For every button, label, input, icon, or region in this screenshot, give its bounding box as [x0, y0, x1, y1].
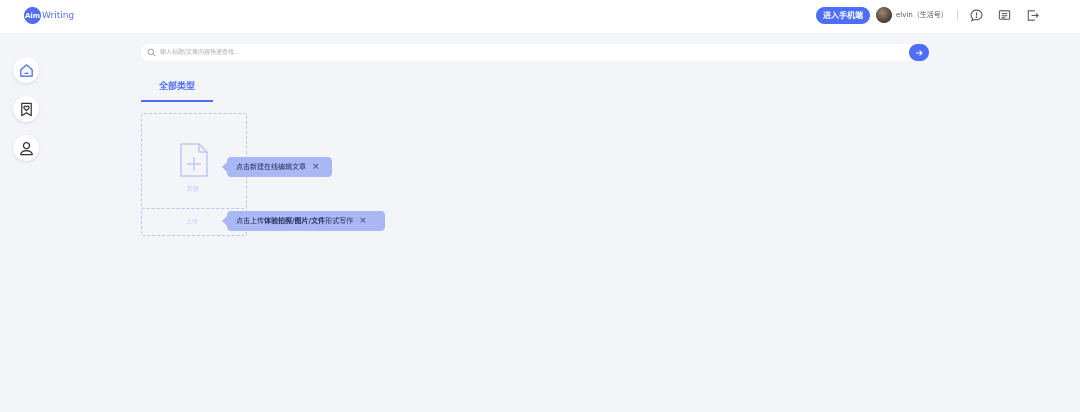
nav-profile[interactable] — [13, 135, 39, 161]
message-icon[interactable] — [997, 8, 1012, 23]
app-logo[interactable]: Aim Writing — [24, 7, 74, 24]
upload-tooltip-suffix: 形式写作 — [325, 217, 354, 225]
upload-tooltip-bold: 体验拍照/图片/文件 — [264, 217, 326, 225]
logout-icon[interactable] — [1025, 8, 1040, 23]
username[interactable]: elvin（生活号） — [896, 10, 948, 20]
mobile-version-button[interactable]: 进入手机端 — [816, 7, 870, 24]
logo-badge: Aim — [24, 7, 41, 24]
nav-favorites[interactable] — [13, 96, 39, 122]
header-divider — [957, 10, 958, 21]
upload-card-label: 上传 — [186, 219, 199, 226]
upload-tooltip-prefix: 点击上传 — [236, 217, 264, 225]
arrow-right-icon — [916, 49, 923, 56]
new-document-icon — [180, 143, 208, 177]
home-icon — [19, 63, 33, 77]
bookmark-heart-icon — [20, 102, 32, 116]
tab-all-types[interactable]: 全部类型 — [141, 79, 213, 101]
close-icon[interactable]: × — [359, 216, 367, 226]
search-submit-button[interactable] — [909, 44, 929, 61]
new-tooltip-text: 点击新建在线编辑文章 — [236, 163, 306, 171]
nav-home[interactable] — [13, 57, 39, 83]
new-card-label: 新建 — [187, 186, 200, 193]
upload-tooltip: 点击上传 体验拍照/图片/文件 形式写作 × — [222, 211, 385, 231]
close-icon[interactable]: × — [312, 162, 320, 172]
search-bar — [141, 44, 929, 61]
search-icon — [147, 48, 156, 57]
new-article-tooltip: 点击新建在线编辑文章 × — [222, 157, 332, 177]
logo-text: Writing — [42, 10, 75, 21]
tab-active-indicator — [141, 100, 213, 102]
feedback-icon[interactable] — [969, 8, 984, 23]
top-bar: Aim Writing 进入手机端 elvin（生活号） — [0, 0, 1080, 33]
search-input[interactable] — [160, 44, 900, 61]
avatar[interactable] — [876, 7, 892, 23]
user-icon — [19, 141, 33, 155]
